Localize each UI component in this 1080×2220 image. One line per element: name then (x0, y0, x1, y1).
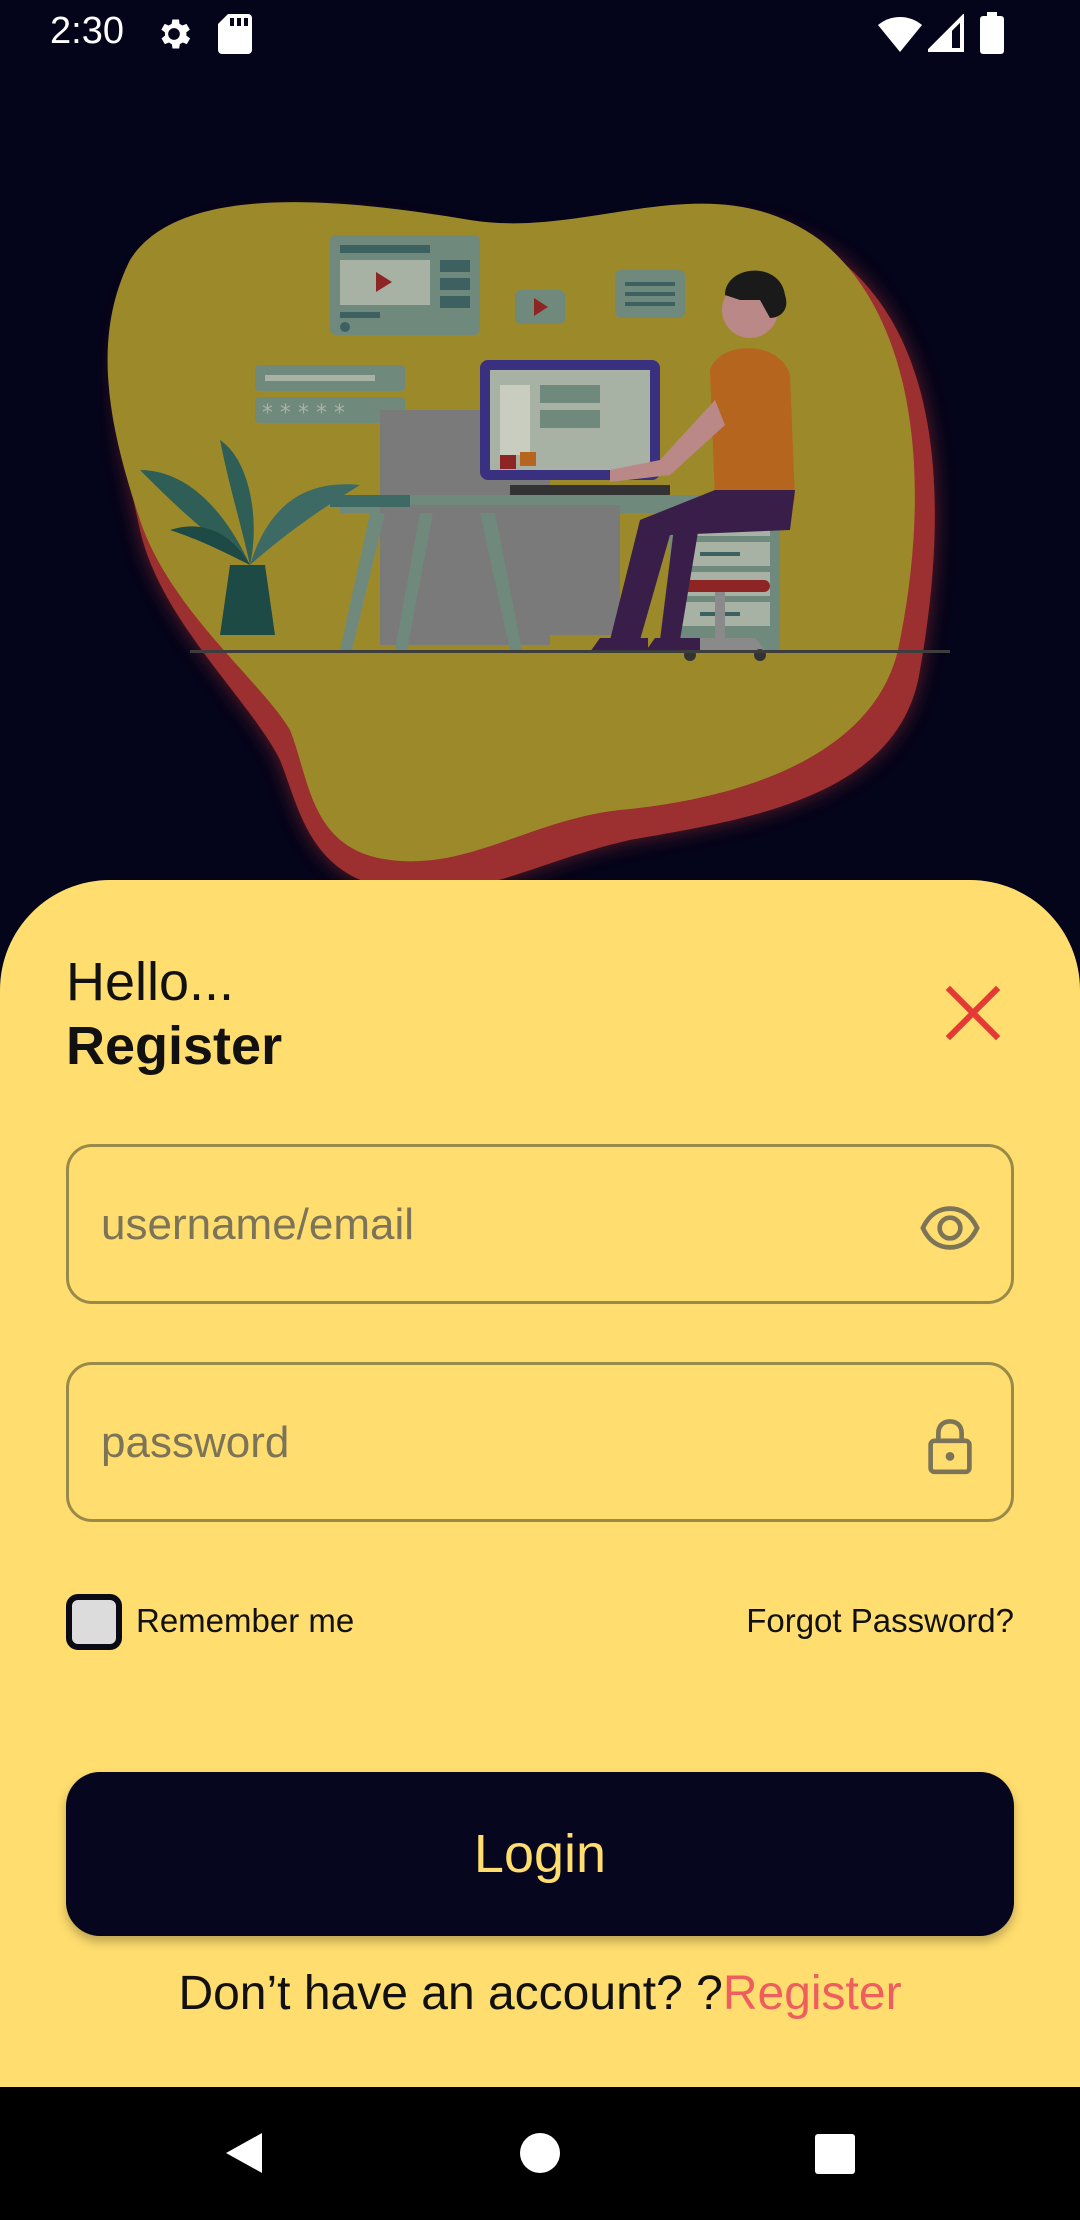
password-input[interactable] (99, 1365, 883, 1521)
username-input[interactable] (99, 1147, 883, 1303)
forgot-password-link[interactable]: Forgot Password? (746, 1602, 1014, 1640)
greeting-text: Hello... (66, 952, 235, 1012)
gear-icon (161, 19, 191, 49)
app-screen: 2:30 * * * * * Hello... Register usernam… (0, 0, 1080, 2220)
status-time: 2:30 (50, 10, 124, 52)
register-link[interactable]: Register (723, 1967, 902, 2020)
username-field[interactable] (66, 1144, 1014, 1304)
password-field[interactable] (66, 1362, 1014, 1522)
login-button[interactable]: Login (66, 1772, 1014, 1936)
eye-icon[interactable] (919, 1197, 981, 1259)
signup-prompt-row: Don’t have an account? ?Register (0, 1966, 1080, 2021)
login-sheet: Hello... Register Remember me Forgot Pas… (0, 880, 1080, 2087)
person-at-desk-illustration: * * * * * (107, 202, 950, 892)
home-icon[interactable] (518, 2131, 562, 2175)
battery-icon (980, 12, 1004, 54)
navigation-bar (0, 2087, 1080, 2220)
svg-text:* * * * *: * * * * * (262, 401, 345, 426)
sheet-title: Register (66, 1016, 283, 1076)
recents-icon[interactable] (814, 2133, 856, 2175)
remember-me-label: Remember me (136, 1602, 355, 1639)
sd-card-icon (218, 14, 252, 54)
signal-icon (928, 14, 964, 52)
close-icon[interactable] (940, 980, 1006, 1046)
back-icon[interactable] (220, 2129, 268, 2177)
signup-prompt-text: Don’t have an account? ? (178, 1967, 723, 2020)
lock-icon (928, 1419, 972, 1475)
wifi-icon (878, 17, 922, 52)
status-bar: 2:30 (0, 0, 1080, 66)
remember-me-checkbox[interactable] (66, 1594, 122, 1650)
